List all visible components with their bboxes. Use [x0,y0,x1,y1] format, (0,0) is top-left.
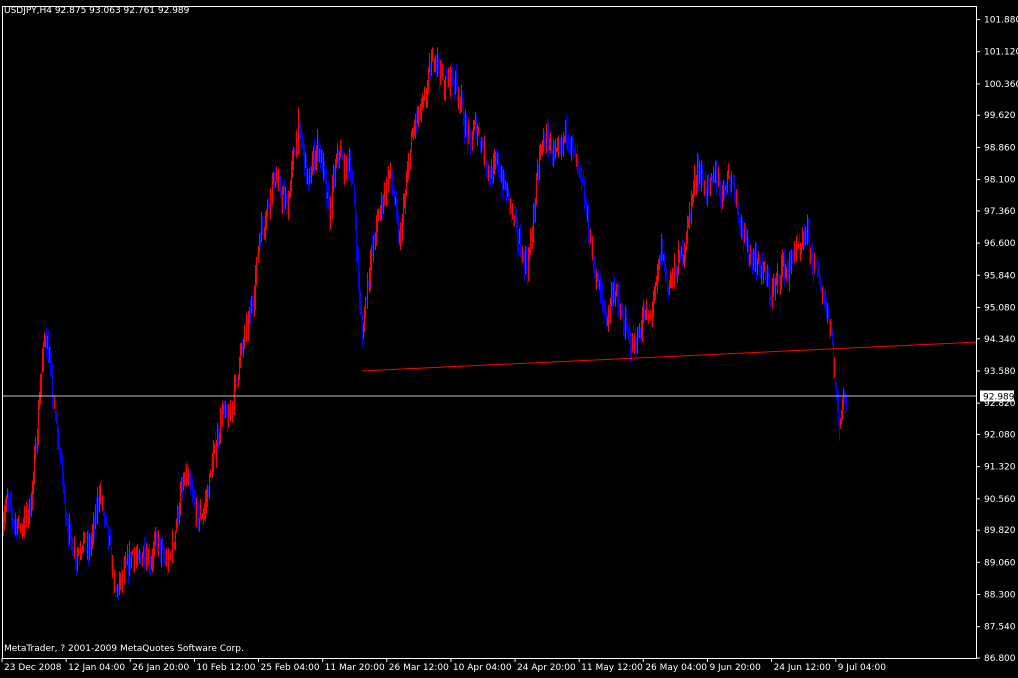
y-tick-label: 100.360 [984,80,1018,90]
x-tick-label: 26 Jan 20:00 [132,663,189,673]
x-tick-label: 23 Dec 2008 [4,663,62,673]
y-tick-label: 92.080 [984,430,1016,440]
y-tick-label: 96.600 [984,239,1016,249]
x-tick-label: 10 Feb 12:00 [196,663,255,673]
symbol-info-label: USDJPY,H4 92.875 93.063 92.761 92.989 [4,6,190,16]
chart-window[interactable]: 101.880 101.120 100.360 99.620 98.860 98.100 9… [0,0,1018,674]
x-tick-label: 24 Apr 20:00 [517,663,576,673]
y-tick-label: 101.880 [984,16,1018,26]
x-tick-label: 10 Apr 04:00 [453,663,512,673]
y-tick-label: 97.360 [984,207,1016,217]
y-tick-label: 95.840 [984,271,1016,281]
x-tick-label: 11 Mar 20:00 [325,663,385,673]
x-tick-label: 26 May 04:00 [645,663,707,673]
y-tick-label: 90.560 [984,495,1016,505]
price-chart[interactable]: 101.880 101.120 100.360 99.620 98.860 98.100 9… [0,0,1018,674]
y-tick-label: 99.620 [984,111,1016,121]
current-price-label: 92.989 [983,392,1015,402]
x-tick-label: 9 Jun 20:00 [709,663,761,673]
x-tick-label: 9 Jul 04:00 [838,663,887,673]
y-tick-label: 86.800 [984,654,1016,664]
y-tick-label: 89.060 [984,558,1016,568]
y-tick-label: 89.820 [984,526,1016,536]
y-tick-label: 98.860 [984,143,1016,153]
chart-background [0,0,1018,674]
y-tick-label: 101.120 [984,48,1018,58]
y-tick-label: 93.580 [984,367,1016,377]
x-tick-label: 12 Jan 04:00 [68,663,125,673]
y-tick-label: 95.080 [984,303,1016,313]
copyright-label: MetaTrader, ? 2001-2009 MetaQuotes Softw… [4,644,244,654]
y-tick-label: 94.340 [984,335,1016,345]
y-tick-label: 91.320 [984,463,1016,473]
x-tick-label: 24 Jun 12:00 [774,663,831,673]
x-tick-label: 26 Mar 12:00 [389,663,449,673]
x-tick-label: 25 Feb 04:00 [261,663,320,673]
x-tick-label: 11 May 12:00 [581,663,643,673]
y-tick-label: 98.100 [984,176,1016,186]
y-tick-label: 88.300 [984,590,1016,600]
y-tick-label: 87.540 [984,623,1016,633]
